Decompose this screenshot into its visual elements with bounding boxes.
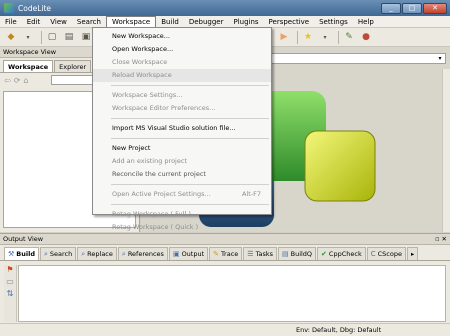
tab-tasks[interactable]: ☰ Tasks xyxy=(243,247,277,260)
tab-replace[interactable]: ⌕ Replace xyxy=(77,247,117,260)
collapse-icon[interactable]: ⇦ xyxy=(4,76,11,85)
menu-debugger[interactable]: Debugger xyxy=(184,16,229,28)
yellow-tile xyxy=(304,130,376,202)
menu-search[interactable]: Search xyxy=(72,16,106,28)
output-view-title: Output View xyxy=(3,235,44,243)
tab-cppcheck[interactable]: ✔ CppCheck xyxy=(317,247,366,260)
menu-view[interactable]: View xyxy=(45,16,72,28)
menu-separator xyxy=(111,184,269,185)
minimize-icon[interactable]: _ xyxy=(381,2,401,14)
bookmark-star-icon[interactable]: ★ xyxy=(301,30,315,44)
menu-help[interactable]: Help xyxy=(353,16,379,28)
cscope-icon: C xyxy=(370,249,376,258)
highlight-icon[interactable]: ● xyxy=(359,30,373,44)
home-icon[interactable]: ⌂ xyxy=(23,76,28,85)
tab-output[interactable]: ▣ Output xyxy=(168,247,209,260)
close-icon[interactable]: ✕ xyxy=(423,2,447,14)
open-file-icon[interactable]: ▤ xyxy=(62,30,76,44)
output-view-titlebar: Output View ▫ ✕ xyxy=(0,234,450,245)
save-icon[interactable]: ▣ xyxy=(79,30,93,44)
tasks-icon: ☰ xyxy=(247,249,254,258)
menu-item-new-workspace[interactable]: New Workspace... xyxy=(93,30,271,43)
menu-item-close-workspace: Close Workspace xyxy=(112,58,168,66)
codelite-logo-icon xyxy=(4,3,14,13)
menu-item-add-existing-project: Add an existing project xyxy=(112,157,187,165)
cppcheck-icon: ✔ xyxy=(321,249,327,258)
build-icon: ⚒ xyxy=(8,249,15,258)
output-side-toolbar: ⚑ ▭ ⇅ xyxy=(4,265,17,322)
tab-workspace[interactable]: Workspace xyxy=(3,60,54,72)
status-bar: Env: Default, Dbg: Default xyxy=(0,323,450,336)
menu-item-workspace-editor-preferences: Workspace Editor Preferences... xyxy=(112,104,216,112)
menu-item-reconcile-project[interactable]: Reconcile the current project xyxy=(93,168,271,181)
menu-plugins[interactable]: Plugins xyxy=(228,16,263,28)
replace-icon: ⌕ xyxy=(81,249,86,258)
menu-item-import-msvs-solution[interactable]: Import MS Visual Studio solution file... xyxy=(93,122,271,135)
search-icon: ⌕ xyxy=(43,249,48,258)
maximize-icon[interactable]: □ xyxy=(402,2,422,14)
menu-item-open-workspace[interactable]: Open Workspace... xyxy=(93,43,271,56)
menu-edit[interactable]: Edit xyxy=(22,16,46,28)
workspace-icon[interactable]: ◆ xyxy=(4,30,18,44)
tab-search[interactable]: ⌕ Search xyxy=(39,247,77,260)
clear-icon[interactable]: ▭ xyxy=(4,277,16,289)
tab-explorer[interactable]: Explorer xyxy=(54,60,92,72)
status-env: Env: Default, Dbg: Default xyxy=(296,326,382,334)
tab-build[interactable]: ⚒ Build xyxy=(4,247,39,260)
menu-separator xyxy=(111,138,269,139)
editor-scrollbar[interactable] xyxy=(442,69,450,232)
output-icon: ▣ xyxy=(172,249,180,258)
menu-separator xyxy=(111,204,269,205)
window-title: CodeLite xyxy=(18,3,52,13)
tab-trace[interactable]: ✎ Trace xyxy=(209,247,243,260)
tab-buildq[interactable]: ▤ BuildQ xyxy=(277,247,317,260)
menu-item-label: Open Active Project Settings... xyxy=(112,190,211,198)
menu-separator xyxy=(111,118,269,119)
menu-separator xyxy=(111,85,269,86)
build-output-text[interactable] xyxy=(18,265,446,322)
tab-references[interactable]: ⌕ References xyxy=(117,247,168,260)
menu-perspective[interactable]: Perspective xyxy=(264,16,315,28)
pen-icon[interactable]: ✎ xyxy=(342,30,356,44)
filter-icon[interactable]: ⇅ xyxy=(4,289,16,301)
title-bar: CodeLite _ □ ✕ xyxy=(0,0,450,16)
window-controls: _ □ ✕ xyxy=(381,2,450,14)
menu-item-retag-full: Retag Workspace ( Full ) xyxy=(112,210,191,218)
dropdown-arrow-icon[interactable]: ▾ xyxy=(318,30,332,44)
new-file-icon[interactable]: ▢ xyxy=(45,30,59,44)
menu-settings[interactable]: Settings xyxy=(314,16,353,28)
menu-item-reload-workspace: Reload Workspace xyxy=(93,69,271,82)
forward-icon[interactable]: ▶ xyxy=(277,30,291,44)
menu-build[interactable]: Build xyxy=(156,16,184,28)
menu-item-new-project[interactable]: New Project xyxy=(93,142,271,155)
link-editor-icon[interactable]: ⟳ xyxy=(14,76,21,85)
menu-file[interactable]: File xyxy=(0,16,22,28)
output-view-tabs: ⚒ Build ⌕ Search ⌕ Replace ⌕ References ▣ Out… xyxy=(0,247,450,261)
workspace-menu-dropdown: New Workspace... Open Workspace... Close… xyxy=(92,27,272,231)
menu-item-workspace-settings: Workspace Settings... xyxy=(112,91,183,99)
menu-workspace[interactable]: Workspace xyxy=(105,15,157,28)
menu-item-shortcut: Alt-F7 xyxy=(241,190,261,198)
dropdown-arrow-icon[interactable]: ▾ xyxy=(21,30,35,44)
trace-icon: ✎ xyxy=(213,249,220,258)
references-icon: ⌕ xyxy=(121,249,126,258)
tab-cscope[interactable]: C CScope xyxy=(366,247,406,260)
close-pane-icon[interactable]: ▫ ✕ xyxy=(435,234,450,244)
output-view-pane: Output View ▫ ✕ ⚒ Build ⌕ Search ⌕ Replace … xyxy=(0,233,450,323)
pin-icon[interactable]: ⚑ xyxy=(4,265,16,277)
menu-item-open-active-project-settings: Open Active Project Settings... Alt-F7 xyxy=(93,188,271,201)
buildq-icon: ▤ xyxy=(281,249,289,258)
tab-overflow-icon[interactable]: ▸ xyxy=(406,247,419,260)
